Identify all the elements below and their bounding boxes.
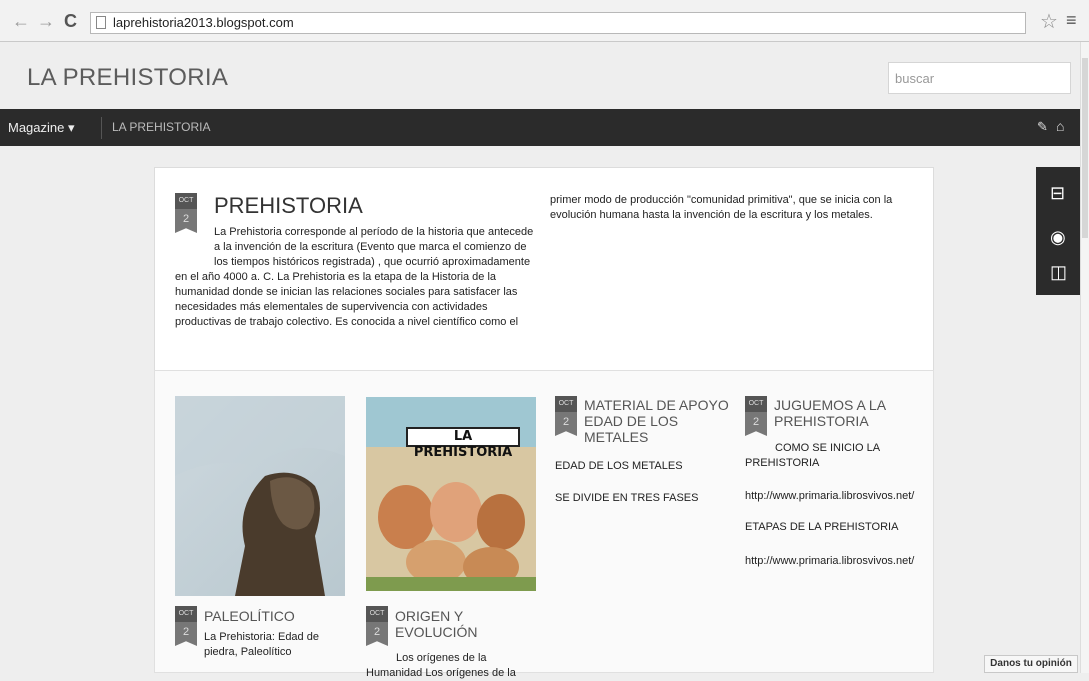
url-text: laprehistoria2013.blogspot.com [113,15,294,30]
date-day: 2 [175,622,197,646]
browser-menu-icon[interactable]: ≡ [1066,10,1077,31]
date-day: 2 [366,622,388,646]
post3-line-2: SE DIVIDE EN TRES FASES [555,492,699,504]
origen-evolucion-thumbnail[interactable]: LA PREHISTORIA [366,397,536,591]
bookmark-star-icon[interactable]: ☆ [1040,9,1058,34]
post4-link-1[interactable]: http://www.primaria.librosvivos.net/ [745,489,914,504]
page-icon [96,16,106,29]
browser-toolbar: ← → C laprehistoria2013.blogspot.com ☆ ≡ [0,0,1089,42]
post2-title[interactable]: ORIGEN Y EVOLUCIÓN [395,608,485,640]
post4-line-1: COMO SE INICIO LA PREHISTORIA [745,442,880,469]
post2-excerpt: Los orígenes de la Humanidad Los orígene… [366,652,516,679]
post2-date-badge: OCT 2 [366,606,388,646]
post4-link-2[interactable]: http://www.primaria.librosvivos.net/ [745,554,914,569]
nav-divider [101,117,102,139]
magazine-dropdown[interactable]: Magazine ▾ [8,120,75,136]
featured-post-title[interactable]: PREHISTORIA [214,193,363,219]
date-month: OCT [175,606,197,622]
date-month: OCT [745,396,767,412]
feedback-button[interactable]: Danos tu opinión [984,655,1078,673]
search-input[interactable]: buscar [888,62,1071,94]
featured-post-body: La Prehistoria corresponde al período de… [175,225,535,330]
featured-body-indent: La Prehistoria corresponde al período de… [214,226,534,268]
date-month: OCT [175,193,197,209]
paleolitico-thumbnail[interactable] [175,396,345,596]
back-icon[interactable]: ← [12,12,30,30]
blog-title[interactable]: LA PREHISTORIA [27,64,228,92]
post3-line-1: EDAD DE LOS METALES [555,460,683,472]
profile-icon[interactable]: ◉ [1050,227,1066,248]
post4-date-badge: OCT 2 [745,396,767,436]
scrollbar-thumb[interactable] [1082,58,1088,238]
featured-body-col2: primer modo de producción "comunidad pri… [550,194,893,221]
date-day: 2 [555,412,577,436]
post1-excerpt: La Prehistoria: Edad de piedra, Paleolít… [204,631,319,658]
featured-body-text: en el año 4000 a. C. La Prehistoria es l… [175,271,519,328]
nav-current-title[interactable]: LA PREHISTORIA [112,120,210,134]
forward-icon[interactable]: → [37,12,55,30]
blog-header: LA PREHISTORIA buscar [0,42,1080,109]
edit-pencil-icon[interactable]: ✎ [1037,119,1048,135]
post1-date-badge: OCT 2 [175,606,197,646]
post4-line-2: ETAPAS DE LA PREHISTORIA [745,521,899,533]
thumbnail-title-banner: LA PREHISTORIA [406,427,520,460]
home-icon[interactable]: ⌂ [1056,118,1064,134]
address-bar[interactable]: laprehistoria2013.blogspot.com [90,12,1026,34]
date-day: 2 [745,412,767,436]
post4-title[interactable]: JUGUEMOS A LA PREHISTORIA [774,397,904,429]
post3-title[interactable]: MATERIAL DE APOYO EDAD DE LOS METALES [584,397,729,445]
sitemap-icon[interactable]: ⊟ [1050,183,1065,204]
rss-feed-icon[interactable]: ◫ [1050,262,1067,283]
date-month: OCT [555,396,577,412]
date-month: OCT [366,606,388,622]
post1-title[interactable]: PALEOLÍTICO [204,608,295,624]
reload-icon[interactable]: C [64,12,77,30]
top-navbar: Magazine ▾ LA PREHISTORIA ✎ ⌂ [0,109,1080,146]
magazine-label: Magazine [8,120,65,135]
post3-date-badge: OCT 2 [555,396,577,436]
